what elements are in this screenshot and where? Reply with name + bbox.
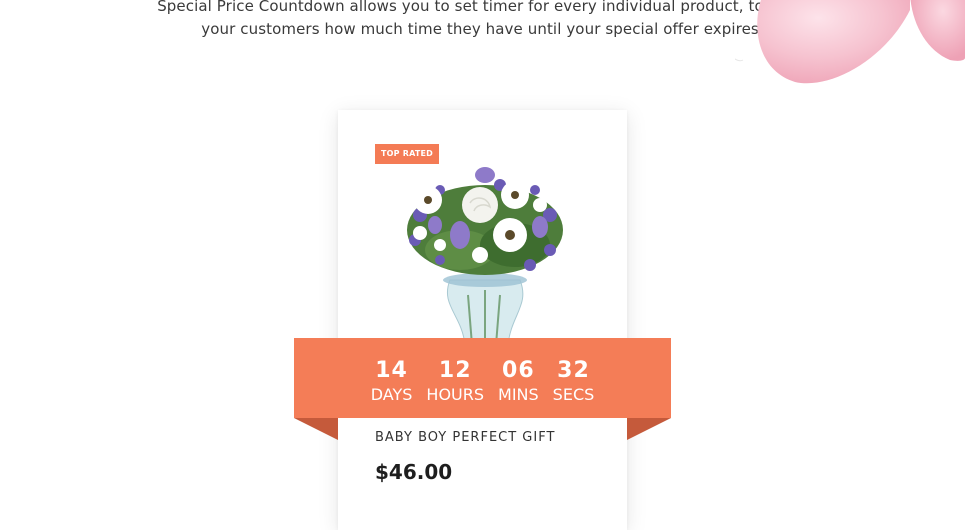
countdown-hours: 12 HOURS	[426, 358, 484, 405]
countdown-mins: 06 MINS	[498, 358, 539, 405]
countdown-timer: 14 DAYS 12 HOURS 06 MINS 32 SECS	[294, 338, 671, 418]
product-price: $46.00	[375, 460, 453, 484]
countdown-days: 14 DAYS	[371, 358, 413, 405]
hours-value: 12	[438, 358, 472, 383]
mins-label: MINS	[498, 385, 539, 404]
days-label: DAYS	[370, 385, 413, 404]
secs-label: SECS	[552, 385, 595, 404]
ribbon-fold-left	[294, 418, 338, 440]
days-value: 14	[375, 358, 408, 383]
petals-decoration	[735, 0, 965, 84]
ribbon-fold-right	[627, 418, 671, 440]
mins-value: 06	[502, 358, 535, 383]
secs-value: 32	[557, 358, 590, 383]
countdown-secs: 32 SECS	[553, 358, 595, 405]
product-title[interactable]: BABY BOY PERFECT GIFT	[375, 430, 555, 445]
product-image[interactable]	[380, 155, 600, 345]
hours-label: HOURS	[426, 385, 485, 404]
top-rated-badge: TOP RATED	[375, 144, 439, 164]
